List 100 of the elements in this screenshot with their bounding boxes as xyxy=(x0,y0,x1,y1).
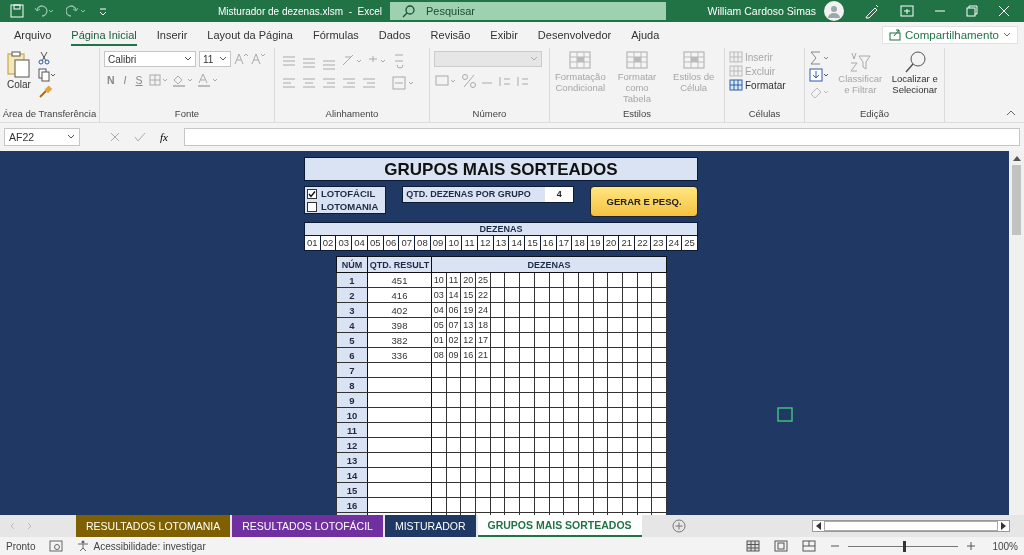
status-text: Pronto xyxy=(6,540,36,552)
scissors-icon[interactable] xyxy=(38,51,50,65)
search-icon xyxy=(902,51,927,73)
window-title: Misturador de dezenas.xlsm - Excel xyxy=(217,5,383,17)
avatar-icon[interactable] xyxy=(824,1,844,21)
scroll-up-icon[interactable] xyxy=(1012,155,1021,161)
zoom-slider-thumb[interactable] xyxy=(903,540,907,552)
fill-color-icon[interactable] xyxy=(171,73,194,87)
page-break-icon[interactable] xyxy=(802,540,817,552)
caret-icon xyxy=(184,56,192,62)
table-cell: 01 xyxy=(304,236,321,251)
menu-tab[interactable]: Desenvolvedor xyxy=(537,24,612,46)
menu-tab[interactable]: Página Inicial xyxy=(71,24,137,46)
save-icon[interactable] xyxy=(10,4,24,18)
group-label: Alinhamento xyxy=(324,108,380,121)
formula-input[interactable] xyxy=(183,128,1020,146)
grid-icon xyxy=(729,79,743,91)
menu-tab[interactable]: Fórmulas xyxy=(312,24,359,46)
table-style-icon xyxy=(682,51,705,71)
cells-button[interactable]: Formatar xyxy=(729,79,786,91)
sheet-tab[interactable]: MISTURADOR xyxy=(384,515,476,537)
paste-button[interactable]: Colar xyxy=(4,51,34,90)
group-label: Edição xyxy=(858,108,891,121)
restore-icon[interactable] xyxy=(966,5,978,17)
table-cell: 11 xyxy=(446,272,461,288)
sheet-tab[interactable]: GRUPOS MAIS SORTEADOS xyxy=(477,515,642,537)
table-header: DEZENAS xyxy=(304,222,698,236)
group-label: Estilos xyxy=(622,108,652,121)
zoom-level[interactable]: 100% xyxy=(992,540,1018,552)
cancel-icon[interactable] xyxy=(110,132,120,142)
copy-icon[interactable] xyxy=(38,68,56,82)
caret-icon xyxy=(530,56,538,62)
table-cell: 22 xyxy=(634,236,651,251)
group-label: Área de Transferência xyxy=(1,108,98,121)
table-cell: 08 xyxy=(414,236,431,251)
redo-icon[interactable] xyxy=(66,4,88,18)
menu-tab[interactable]: Exibir xyxy=(490,24,518,46)
normal-view-icon[interactable] xyxy=(746,540,761,552)
caret-icon xyxy=(67,134,75,140)
table-cell: 02 xyxy=(446,332,461,348)
table-cell: 15 xyxy=(524,236,541,251)
menu-tab[interactable]: Ajuda xyxy=(631,24,660,46)
group-label: Células xyxy=(747,108,782,121)
add-sheet-icon[interactable] xyxy=(671,519,686,533)
collapse-icon[interactable] xyxy=(1006,110,1016,116)
table-cell: 19 xyxy=(460,302,476,318)
menu-tab[interactable]: Inserir xyxy=(156,24,188,46)
close-icon[interactable] xyxy=(998,5,1010,17)
font-shrink-icon[interactable] xyxy=(251,53,265,65)
menu-tab[interactable]: Arquivo xyxy=(14,24,52,46)
user-name[interactable]: William Cardoso Simas xyxy=(707,5,816,17)
horizontal-scrollbar[interactable] xyxy=(812,520,1010,532)
format-painter-icon[interactable] xyxy=(38,85,52,99)
sum-icon[interactable] xyxy=(809,51,831,65)
group-size-cell[interactable]: 4 xyxy=(545,187,574,202)
caret-icon xyxy=(1003,32,1011,38)
table-cell: 18 xyxy=(571,236,588,251)
insert-function-button[interactable]: fx xyxy=(160,131,168,143)
page-layout-icon[interactable] xyxy=(774,540,789,552)
enter-icon[interactable] xyxy=(134,132,146,142)
scroll-right-icon[interactable] xyxy=(1001,522,1007,530)
macro-record-icon[interactable] xyxy=(49,540,64,552)
sheet-tab[interactable]: RESULTADOS LOTOFÁCIL xyxy=(232,515,383,537)
undo-icon[interactable] xyxy=(34,4,56,18)
checkbox[interactable] xyxy=(307,201,317,212)
zoom-in-icon[interactable] xyxy=(966,541,977,551)
menu-tab[interactable]: Layout da Página xyxy=(207,24,293,46)
sheet-tab[interactable]: RESULTADOS LOTOMANIA xyxy=(76,515,231,537)
share-icon xyxy=(889,29,902,41)
search-icon xyxy=(402,4,416,18)
accessibility-icon[interactable] xyxy=(77,540,90,552)
caret-icon xyxy=(219,56,227,62)
clipboard-icon xyxy=(6,51,32,79)
table-cell: 12 xyxy=(460,332,476,348)
font-grow-icon[interactable] xyxy=(234,53,248,65)
font-size-field[interactable]: 11 xyxy=(199,51,231,67)
table-cell: 04 xyxy=(351,236,368,251)
table-cell: 20 xyxy=(460,272,476,288)
group-label: Número xyxy=(471,108,508,121)
accessibility-status[interactable]: Acessibilidade: investigar xyxy=(93,540,206,552)
ribbon-display-icon[interactable] xyxy=(900,5,914,17)
pen-icon[interactable] xyxy=(864,3,880,19)
share-button[interactable]: Compartilhamento xyxy=(882,26,1018,44)
edit-button[interactable]: Localizar e Selecionar xyxy=(889,51,940,95)
field-label: QTD. DEZENAS POR GRUPO xyxy=(403,187,546,202)
fill-down-icon[interactable] xyxy=(809,68,831,82)
search-field[interactable]: Pesquisar xyxy=(390,2,666,20)
name-box[interactable]: AF22 xyxy=(4,128,80,146)
generate-button[interactable]: GERAR E PESQ. xyxy=(590,186,698,217)
menu-tab[interactable]: Revisão xyxy=(430,24,471,46)
sheet-title: GRUPOS MAIS SORTEADOS xyxy=(304,157,698,181)
scroll-thumb[interactable] xyxy=(1012,165,1021,235)
checkbox-label: LOTOMANIA xyxy=(321,201,379,212)
vertical-scrollbar[interactable] xyxy=(1009,151,1024,515)
font-name-field[interactable]: Calibri xyxy=(104,51,196,67)
font-color-icon[interactable] xyxy=(196,73,219,87)
checkbox[interactable] xyxy=(307,188,317,199)
grid-icon xyxy=(729,51,743,63)
scroll-left-icon[interactable] xyxy=(815,522,821,530)
menu-tab[interactable]: Dados xyxy=(378,24,411,46)
